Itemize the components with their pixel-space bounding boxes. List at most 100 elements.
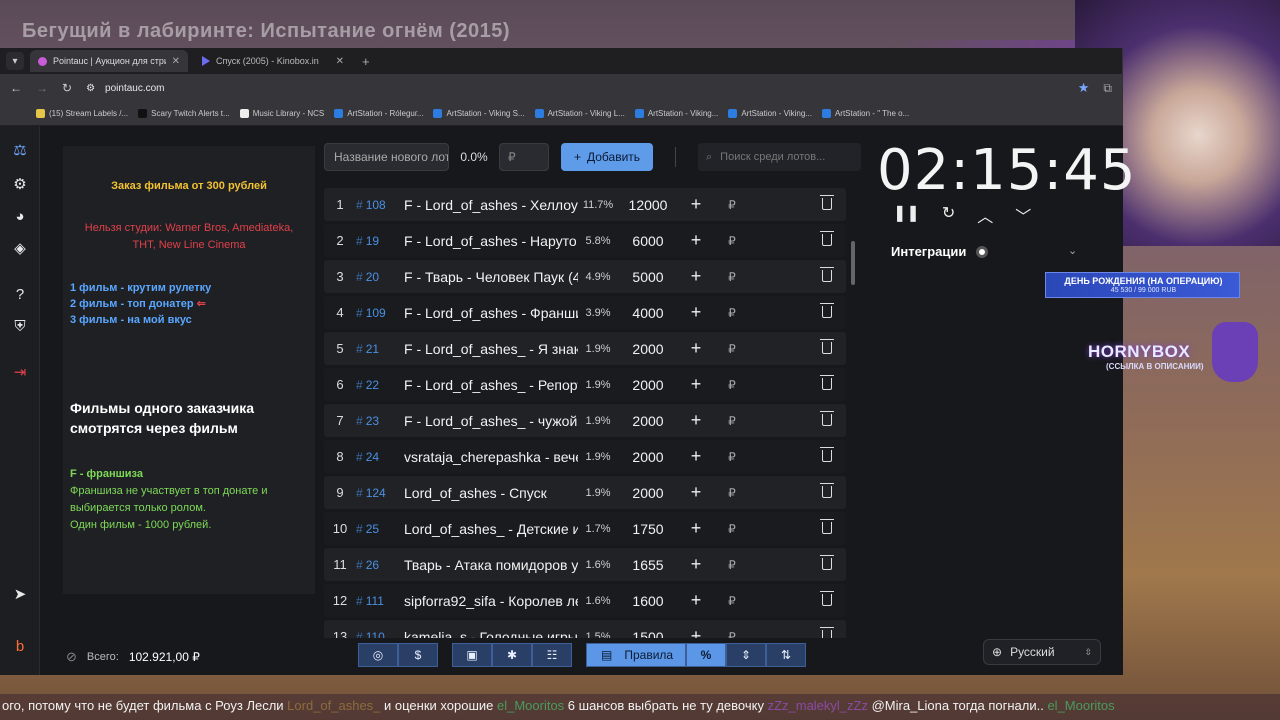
lot-id[interactable]: #124 xyxy=(356,486,404,500)
delete-lot-button[interactable] xyxy=(750,338,836,357)
lot-id[interactable]: #22 xyxy=(356,378,404,392)
bookmark-item[interactable]: ArtStation - Viking L... xyxy=(534,109,625,118)
delete-lot-button[interactable] xyxy=(750,518,836,537)
lot-name[interactable]: F - Lord_of_ashes - Франшиза xyxy=(404,305,578,321)
chevron-down-icon[interactable]: ﹀ xyxy=(1015,203,1031,227)
lot-row[interactable]: 6#22F - Lord_of_ashes_ - Репортаж1.9%200… xyxy=(324,368,846,401)
delete-lot-button[interactable] xyxy=(750,302,836,321)
lot-row[interactable]: 12 #111 sipforra92_sifa - Королев лет 1.6% 1… xyxy=(324,584,846,617)
help-icon[interactable]: ? xyxy=(10,284,30,304)
integrations-toggle[interactable] xyxy=(976,246,988,258)
add-amount-icon[interactable]: + xyxy=(678,626,714,638)
lot-amount[interactable]: 1655 xyxy=(618,557,678,573)
lot-name[interactable]: F - Тварь - Человек Паук (4) xyxy=(404,269,578,285)
lot-amount[interactable]: 5000 xyxy=(618,269,678,285)
percent-toggle[interactable]: % xyxy=(686,643,726,667)
lot-amount[interactable]: 2000 xyxy=(618,341,678,357)
lot-row[interactable]: 3 #20 F - Тварь - Человек Паук (4) 4.9% 5000… xyxy=(324,260,846,293)
add-lot-button[interactable]: + Добавить xyxy=(561,143,653,171)
lots-scrollbar[interactable] xyxy=(851,241,855,285)
add-amount-icon[interactable]: + xyxy=(678,266,714,287)
close-tab-icon[interactable]: ✕ xyxy=(172,56,180,67)
delete-lot-button[interactable] xyxy=(750,230,836,249)
close-tab-icon[interactable]: ✕ xyxy=(336,56,344,67)
forward-icon[interactable]: → xyxy=(36,81,48,95)
lot-amount[interactable]: 2000 xyxy=(618,485,678,501)
bookmark-item[interactable]: ArtStation - " The o... xyxy=(821,109,909,118)
lot-row[interactable]: 11 #26 Тварь - Атака помидоров у 1.6% 1655 + ₽ xyxy=(324,548,846,581)
lot-id[interactable]: #108 xyxy=(356,198,404,212)
lot-id[interactable]: #19 xyxy=(356,234,404,248)
lot-id[interactable]: #109 xyxy=(356,306,404,320)
reload-icon[interactable]: ↻ xyxy=(62,81,72,95)
delete-lot-button[interactable] xyxy=(750,482,836,501)
currency-rub-icon[interactable]: ₽ xyxy=(714,486,750,500)
add-amount-icon[interactable]: + xyxy=(678,518,714,539)
lot-id[interactable]: #25 xyxy=(356,522,404,536)
lot-name[interactable]: kamelia_s - Голодные игры xyxy=(404,629,578,639)
lot-row[interactable]: 5 #21 F - Lord_of_ashes_ - Я знаю 1.9% 2000 +… xyxy=(324,332,846,365)
currency-rub-icon[interactable]: ₽ xyxy=(714,630,750,639)
bookmark-item[interactable]: ArtStation - Viking... xyxy=(634,109,718,118)
lot-search-input[interactable]: ⌕ Поиск среди лотов... xyxy=(698,143,861,171)
delete-lot-button[interactable] xyxy=(750,194,836,213)
github-icon[interactable]: ◎ xyxy=(358,643,398,667)
add-amount-icon[interactable]: + xyxy=(678,338,714,359)
lot-name[interactable]: F - Lord_of_ashes - Хеллоуин xyxy=(404,197,578,213)
bookmark-item[interactable]: ArtStation - Viking S... xyxy=(433,109,525,118)
lot-name[interactable]: F - Lord_of_ashes_ - Репортаж xyxy=(404,377,578,393)
lot-name[interactable]: Lord_of_ashes - Спуск xyxy=(404,485,578,501)
donate-dollar-icon[interactable]: $ xyxy=(398,643,438,667)
back-icon[interactable]: ← xyxy=(10,81,22,95)
delete-lot-button[interactable] xyxy=(750,626,836,638)
new-lot-name-input[interactable]: Название нового лота xyxy=(324,143,449,171)
add-amount-icon[interactable]: + xyxy=(678,410,714,431)
wheel-pie-icon[interactable]: ◕ xyxy=(10,206,30,226)
telegram-icon[interactable]: ➤ xyxy=(10,584,30,604)
reset-icon[interactable]: ↻ xyxy=(942,203,955,227)
currency-rub-icon[interactable]: ₽ xyxy=(714,270,750,284)
add-amount-icon[interactable]: + xyxy=(678,446,714,467)
currency-rub-icon[interactable]: ₽ xyxy=(714,450,750,464)
tab-pointauc[interactable]: Pointauc | Аукцион для стримеров ✕ xyxy=(30,50,188,72)
lot-amount[interactable]: 2000 xyxy=(618,377,678,393)
lot-id[interactable]: #110 xyxy=(356,630,404,639)
lot-name[interactable]: vsrataja_cherepashka - вечер xyxy=(404,449,578,465)
delete-lot-button[interactable] xyxy=(750,410,836,429)
lot-name[interactable]: F - Lord_of_ashes_ - Я знаю xyxy=(404,341,578,357)
lot-amount[interactable]: 1600 xyxy=(618,593,678,609)
lot-amount[interactable]: 6000 xyxy=(618,233,678,249)
lot-row[interactable]: 7 #23 F - Lord_of_ashes_ - чужой 1.9% 2000 + ₽ xyxy=(324,404,846,437)
currency-rub-icon[interactable]: ₽ xyxy=(714,198,750,212)
tab-kinobox[interactable]: Спуск (2005) - Kinobox.in ✕ xyxy=(194,50,352,72)
clear-list-icon[interactable]: ☷ xyxy=(532,643,572,667)
layers-icon[interactable]: ◈ xyxy=(10,238,30,258)
lot-id[interactable]: #26 xyxy=(356,558,404,572)
compact-view-icon[interactable]: ⇕ xyxy=(726,643,766,667)
currency-rub-icon[interactable]: ₽ xyxy=(714,414,750,428)
bookmark-item[interactable]: Scary Twitch Alerts t... xyxy=(138,109,230,118)
lot-amount[interactable]: 4000 xyxy=(618,305,678,321)
currency-rub-icon[interactable]: ₽ xyxy=(714,306,750,320)
bug-icon[interactable]: ✱ xyxy=(492,643,532,667)
lot-id[interactable]: #111 xyxy=(356,594,404,608)
lot-name[interactable]: sipforra92_sifa - Королев лет xyxy=(404,593,578,609)
pause-icon[interactable]: ❚❚ xyxy=(893,203,920,227)
bookmark-star-icon[interactable]: ★ xyxy=(1078,80,1090,96)
lot-id[interactable]: #23 xyxy=(356,414,404,428)
currency-rub-icon[interactable]: ₽ xyxy=(714,522,750,536)
add-amount-icon[interactable]: + xyxy=(678,482,714,503)
lot-name[interactable]: F - Lord_of_ashes - Наруто xyxy=(404,233,578,249)
shield-icon[interactable]: ⛨ xyxy=(10,316,30,336)
delete-lot-button[interactable] xyxy=(750,266,836,285)
lot-amount[interactable]: 2000 xyxy=(618,413,678,429)
bookmark-item[interactable]: Music Library - NCS xyxy=(239,109,324,118)
lot-id[interactable]: #20 xyxy=(356,270,404,284)
new-tab-icon[interactable]: + xyxy=(362,54,370,69)
lot-name[interactable]: Lord_of_ashes_ - Детские игры xyxy=(404,521,578,537)
add-amount-icon[interactable]: + xyxy=(678,230,714,251)
add-amount-icon[interactable]: + xyxy=(678,554,714,575)
tab-search-icon[interactable]: ▾ xyxy=(6,52,24,70)
currency-rub-icon[interactable]: ₽ xyxy=(714,342,750,356)
add-amount-icon[interactable]: + xyxy=(678,194,714,215)
